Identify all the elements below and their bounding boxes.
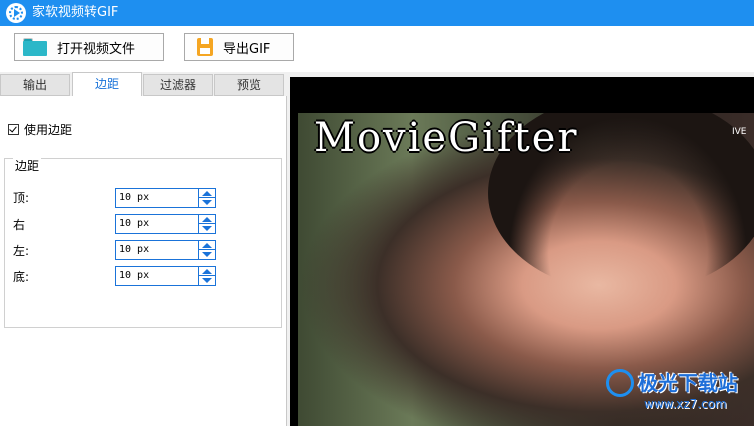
right-margin-spinbox[interactable]: 10 px xyxy=(115,214,216,234)
left-margin-label: 左: xyxy=(13,244,30,258)
use-margin-checkbox[interactable] xyxy=(8,124,19,135)
tab-output[interactable]: 输出 xyxy=(0,74,70,96)
increment-icon[interactable] xyxy=(202,217,212,222)
top-margin-label: 顶: xyxy=(13,191,30,205)
site-logo-name: 极光下载站 xyxy=(638,371,738,395)
increment-icon[interactable] xyxy=(202,269,212,274)
tab-margin[interactable]: 边距 xyxy=(72,72,142,97)
video-preview: MovieGifter IVE 极光下载站 www.xz7.com xyxy=(290,77,754,426)
watermark-text: MovieGifter xyxy=(314,115,579,161)
right-margin-label: 右 xyxy=(13,218,26,232)
export-gif-button[interactable]: 导出GIF xyxy=(184,33,294,61)
title-bar: 家软视频转GIF xyxy=(0,0,754,26)
settings-panel: 输出 边距 过滤器 预览 使用边距 边距 顶: 10 px 右 10 px 左:… xyxy=(0,72,288,426)
decrement-icon[interactable] xyxy=(202,252,212,257)
save-icon xyxy=(197,38,213,56)
use-margin-row[interactable]: 使用边距 xyxy=(8,121,72,138)
preview-frame-image: MovieGifter IVE 极光下载站 www.xz7.com xyxy=(298,113,754,426)
bottom-margin-label: 底: xyxy=(13,270,30,284)
corner-badge: IVE xyxy=(732,127,747,137)
decrement-icon[interactable] xyxy=(202,200,212,205)
folder-icon xyxy=(23,38,47,56)
bottom-margin-spinbox[interactable]: 10 px xyxy=(115,266,216,286)
export-gif-label: 导出GIF xyxy=(223,41,271,57)
app-play-icon xyxy=(6,3,26,23)
settings-tabs: 输出 边距 过滤器 预览 xyxy=(0,72,288,97)
left-margin-value[interactable]: 10 px xyxy=(119,244,149,255)
open-video-label: 打开视频文件 xyxy=(57,41,136,57)
use-margin-label: 使用边距 xyxy=(24,123,73,137)
margin-tab-content: 使用边距 边距 顶: 10 px 右 10 px 左: 10 px 底: 10 … xyxy=(0,96,287,426)
open-video-button[interactable]: 打开视频文件 xyxy=(14,33,164,61)
decrement-icon[interactable] xyxy=(202,226,212,231)
window-title: 家软视频转GIF xyxy=(32,5,119,20)
margin-group: 边距 顶: 10 px 右 10 px 左: 10 px 底: 10 px xyxy=(4,157,282,328)
top-margin-value[interactable]: 10 px xyxy=(119,192,149,203)
site-logo-url: www.xz7.com xyxy=(644,397,727,411)
site-watermark-logo: 极光下载站 www.xz7.com xyxy=(604,365,754,425)
top-margin-spinbox[interactable]: 10 px xyxy=(115,188,216,208)
increment-icon[interactable] xyxy=(202,243,212,248)
bottom-margin-value[interactable]: 10 px xyxy=(119,270,149,281)
globe-icon xyxy=(606,369,634,397)
toolbar: 打开视频文件 导出GIF xyxy=(0,26,754,72)
tab-preview[interactable]: 预览 xyxy=(214,74,284,96)
right-margin-value[interactable]: 10 px xyxy=(119,218,149,229)
tab-filter[interactable]: 过滤器 xyxy=(143,74,213,96)
margin-group-title: 边距 xyxy=(13,157,42,174)
left-margin-spinbox[interactable]: 10 px xyxy=(115,240,216,260)
decrement-icon[interactable] xyxy=(202,278,212,283)
increment-icon[interactable] xyxy=(202,191,212,196)
